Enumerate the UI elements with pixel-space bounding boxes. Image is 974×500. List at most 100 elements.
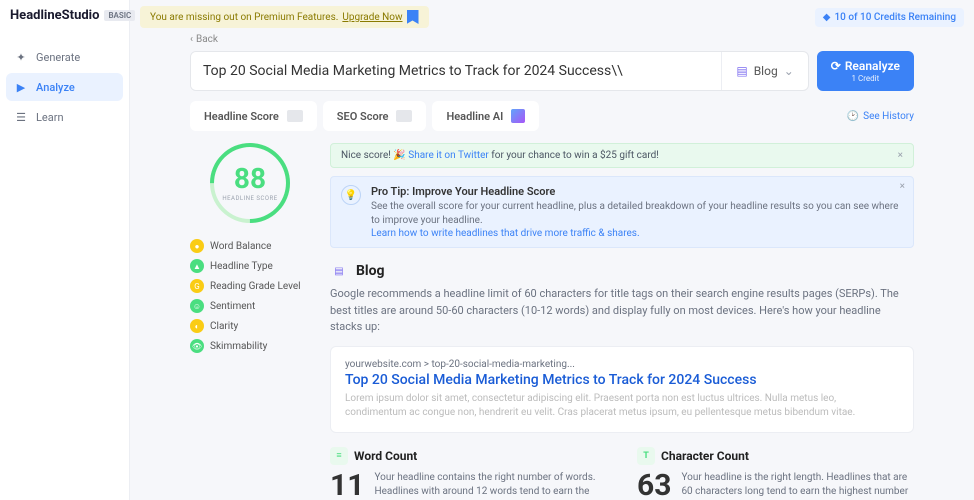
- chevron-left-icon: ‹: [190, 34, 193, 45]
- nav-generate-label: Generate: [36, 51, 80, 64]
- topbar: You are missing out on Premium Features.…: [130, 0, 974, 34]
- tab-seo-badge: [396, 110, 412, 122]
- metric-sentiment[interactable]: ☺ Sentiment: [190, 299, 310, 313]
- learn-icon: ☰: [14, 110, 28, 124]
- close-tip-icon[interactable]: ×: [900, 181, 905, 192]
- tab-score-label: Headline Score: [204, 110, 279, 123]
- reanalyze-button[interactable]: ⟳ Reanalyze 1 Credit: [817, 51, 914, 91]
- ai-icon: [511, 109, 525, 123]
- metric-word-balance[interactable]: ● Word Balance: [190, 239, 310, 253]
- brand-name: HeadlineStudio: [10, 8, 99, 23]
- alert-prefix: Nice score! 🎉: [341, 150, 408, 161]
- skim-icon: 👁: [190, 339, 204, 353]
- metric-label: Clarity: [210, 321, 238, 332]
- metric-label: Word Balance: [210, 241, 271, 252]
- tab-score-badge: [287, 110, 303, 122]
- tip-learn-link[interactable]: Learn how to write headlines that drive …: [371, 228, 903, 239]
- refresh-icon: ⟳: [831, 59, 841, 73]
- char-count-block: T Character Count 63 Your headline is the…: [637, 447, 914, 500]
- chevron-down-icon: ⌄: [784, 64, 794, 78]
- tab-headline-ai[interactable]: Headline AI: [432, 101, 539, 131]
- serp-title: Top 20 Social Media Marketing Metrics to…: [345, 372, 899, 388]
- close-alert-icon[interactable]: ×: [898, 150, 903, 161]
- tabs: Headline Score SEO Score Headline AI: [190, 101, 539, 131]
- metric-label: Headline Type: [210, 261, 273, 272]
- serp-url: yourwebsite.com > top-20-social-media-ma…: [345, 359, 899, 370]
- headline-row: ▤ Blog ⌄ ⟳ Reanalyze 1 Credit: [190, 51, 914, 91]
- bookmark-icon: [407, 10, 419, 24]
- back-label: Back: [196, 34, 218, 45]
- metric-clarity[interactable]: ◐ Clarity: [190, 319, 310, 333]
- nav-analyze-label: Analyze: [36, 81, 75, 94]
- credits-text: 10 of 10 Credits Remaining: [834, 12, 956, 23]
- metric-label: Reading Grade Level: [210, 281, 301, 292]
- serp-preview: yourwebsite.com > top-20-social-media-ma…: [330, 346, 914, 433]
- counts-row: ≡ Word Count 11 Your headline contains th…: [330, 447, 914, 500]
- promo-text: You are missing out on Premium Features.: [150, 12, 338, 23]
- sentiment-icon: ☺: [190, 299, 204, 313]
- back-link[interactable]: ‹ Back: [190, 34, 914, 45]
- score-sublabel: HEADLINE SCORE: [222, 195, 277, 202]
- word-count-value: 11: [330, 471, 364, 500]
- share-alert: Nice score! 🎉 Share it on Twitter for yo…: [330, 143, 914, 168]
- blog-section-title: Blog: [356, 263, 385, 279]
- score-column: 88 HEADLINE SCORE ● Word Balance ▲Headlin…: [190, 143, 310, 500]
- metric-skimmability[interactable]: 👁 Skimmability: [190, 339, 310, 353]
- char-count-icon: T: [637, 447, 655, 465]
- char-count-title: Character Count: [661, 449, 749, 463]
- main-area: You are missing out on Premium Features.…: [130, 0, 974, 500]
- tab-headline-score[interactable]: Headline Score: [190, 101, 317, 131]
- blog-icon: ▤: [736, 64, 747, 78]
- tab-ai-label: Headline AI: [446, 110, 503, 123]
- see-history-link[interactable]: 🕑 See History: [847, 111, 914, 122]
- headline-input-wrap: ▤ Blog ⌄: [190, 51, 809, 91]
- analyze-icon: ▶: [14, 80, 28, 94]
- word-count-icon: ≡: [330, 447, 348, 465]
- metric-headline-type[interactable]: ▲Headline Type: [190, 259, 310, 273]
- grade-icon: G: [190, 279, 204, 293]
- score-circle: 88 HEADLINE SCORE: [210, 143, 290, 223]
- history-label: See History: [863, 111, 914, 122]
- nav-learn-label: Learn: [36, 111, 64, 124]
- blog-section-head: ▤ Blog: [330, 262, 914, 280]
- balance-icon: ●: [190, 239, 204, 253]
- analysis: 88 HEADLINE SCORE ● Word Balance ▲Headlin…: [190, 143, 914, 500]
- credits-icon: ◆: [823, 12, 831, 23]
- upgrade-promo[interactable]: You are missing out on Premium Features.…: [140, 6, 429, 28]
- share-twitter-link[interactable]: Share it on Twitter: [408, 150, 489, 161]
- alert-suffix: for your chance to win a $25 gift card!: [489, 150, 659, 161]
- content-type-select[interactable]: ▤ Blog ⌄: [721, 52, 807, 90]
- nav-learn[interactable]: ☰ Learn: [6, 103, 123, 131]
- blog-section-desc: Google recommends a headline limit of 60…: [330, 286, 914, 336]
- pro-tip-box: × 💡 Pro Tip: Improve Your Headline Score…: [330, 176, 914, 248]
- reanalyze-label: Reanalyze: [845, 59, 900, 73]
- metric-label: Sentiment: [210, 301, 255, 312]
- logo: HeadlineStudio BASIC: [0, 0, 129, 25]
- metric-reading-grade[interactable]: G Reading Grade Level: [190, 279, 310, 293]
- blog-section-icon: ▤: [330, 262, 348, 280]
- reanalyze-sub: 1 Credit: [852, 74, 880, 83]
- tabs-row: Headline Score SEO Score Headline AI 🕑 S…: [190, 101, 914, 131]
- char-count-text: Your headline is the right length. Headl…: [681, 471, 914, 500]
- type-label: Blog: [754, 64, 778, 78]
- metric-label: Skimmability: [210, 341, 267, 352]
- word-count-title: Word Count: [354, 449, 417, 463]
- credits-badge[interactable]: ◆ 10 of 10 Credits Remaining: [815, 8, 964, 27]
- lightbulb-icon: 💡: [341, 185, 361, 205]
- tab-seo-score[interactable]: SEO Score: [323, 101, 427, 131]
- main-nav: ✦ Generate ▶ Analyze ☰ Learn: [0, 25, 129, 131]
- nav-analyze[interactable]: ▶ Analyze: [6, 73, 123, 101]
- char-count-value: 63: [637, 471, 671, 500]
- score-value: 88: [234, 165, 266, 193]
- upgrade-link[interactable]: Upgrade Now: [342, 12, 402, 23]
- details-column: Nice score! 🎉 Share it on Twitter for yo…: [330, 143, 914, 500]
- headline-input[interactable]: [191, 52, 721, 90]
- tip-text: See the overall score for your current h…: [371, 200, 903, 228]
- tip-title: Pro Tip: Improve Your Headline Score: [371, 185, 903, 198]
- nav-generate[interactable]: ✦ Generate: [6, 43, 123, 71]
- word-count-text: Your headline contains the right number …: [374, 471, 607, 500]
- clarity-icon: ◐: [190, 319, 204, 333]
- content: ‹ Back ▤ Blog ⌄ ⟳ Reanalyze 1 Credit: [130, 34, 974, 500]
- history-icon: 🕑: [847, 111, 859, 122]
- sidebar: HeadlineStudio BASIC ✦ Generate ▶ Analyz…: [0, 0, 130, 500]
